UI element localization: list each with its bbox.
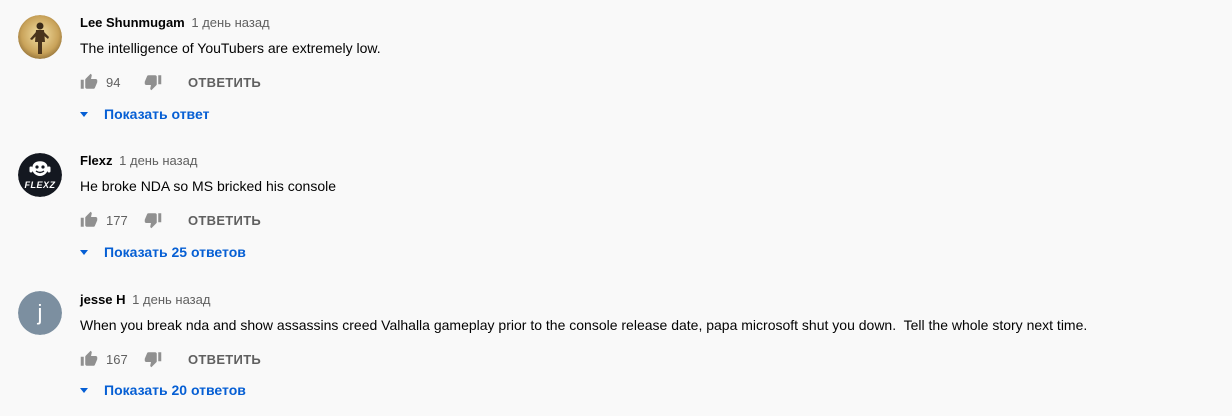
avatar[interactable] (18, 15, 62, 59)
comment-actions: 94 ОТВЕТИТЬ (80, 72, 261, 92)
avatar[interactable]: FLEXZ (18, 153, 62, 197)
comment-actions: 177 ОТВЕТИТЬ (80, 210, 261, 230)
author-name[interactable]: Flexz (80, 153, 113, 168)
like-count: 94 (106, 74, 121, 90)
comment-text: The intelligence of YouTubers are extrem… (80, 40, 381, 56)
thumbs-down-icon[interactable] (144, 73, 162, 91)
reply-button[interactable]: ОТВЕТИТЬ (188, 213, 261, 228)
comment-text: When you break nda and show assassins cr… (80, 317, 1088, 333)
comment-time[interactable]: 1 день назад (191, 15, 269, 30)
thumbs-down-icon[interactable] (144, 350, 162, 368)
comment-thread: FLEXZ Flexz 1 день назад He broke NDA so… (0, 138, 1232, 276)
person-figure-icon (18, 15, 62, 59)
thumbs-up-icon[interactable] (80, 73, 98, 91)
author-name[interactable]: Lee Shunmugam (80, 15, 185, 30)
caret-down-icon (80, 387, 88, 393)
comment-text: He broke NDA so MS bricked his console (80, 178, 336, 194)
reply-button[interactable]: ОТВЕТИТЬ (188, 75, 261, 90)
like-count: 177 (106, 212, 128, 228)
letter-avatar: j (18, 291, 62, 335)
comment-time[interactable]: 1 день назад (132, 292, 210, 307)
show-replies-button[interactable]: Показать ответ (80, 104, 209, 124)
caret-down-icon (80, 249, 88, 255)
show-replies-label: Показать ответ (104, 106, 210, 122)
comment-thread: Lee Shunmugam 1 день назад The intellige… (0, 0, 1232, 138)
show-replies-button[interactable]: Показать 25 ответов (80, 242, 246, 262)
comment-header: Lee Shunmugam 1 день назад (80, 14, 270, 32)
caret-down-icon (80, 111, 88, 117)
like-count: 167 (106, 351, 128, 367)
thumbs-up-icon[interactable] (80, 350, 98, 368)
comment-header: Flexz 1 день назад (80, 152, 197, 170)
show-replies-label: Показать 20 ответов (104, 382, 246, 398)
thumbs-down-icon[interactable] (144, 211, 162, 229)
show-replies-button[interactable]: Показать 20 ответов (80, 380, 246, 400)
avatar[interactable]: j (18, 291, 62, 335)
author-name[interactable]: jesse H (80, 292, 126, 307)
flexz-logo-text: FLEXZ (24, 180, 56, 190)
comment-time[interactable]: 1 день назад (119, 153, 197, 168)
thumbs-up-icon[interactable] (80, 211, 98, 229)
reply-button[interactable]: ОТВЕТИТЬ (188, 352, 261, 367)
comment-actions: 167 ОТВЕТИТЬ (80, 349, 261, 369)
show-replies-label: Показать 25 ответов (104, 244, 246, 260)
comment-thread: j jesse H 1 день назад When you break nd… (0, 277, 1232, 415)
comment-header: jesse H 1 день назад (80, 291, 210, 309)
